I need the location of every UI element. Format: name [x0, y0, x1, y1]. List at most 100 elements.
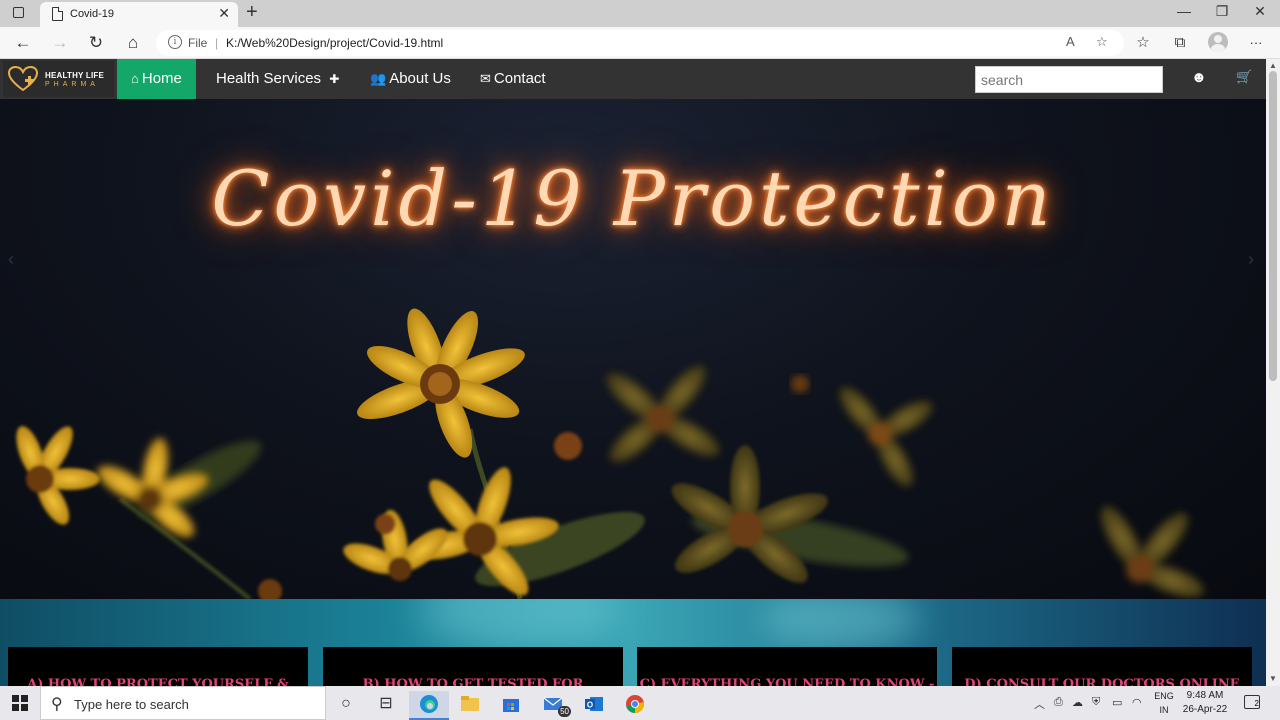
windows-taskbar: ⚲ Type here to search ○ ⊟ 50 O ︿ ⎙ ☁ ⛨ ▭… — [0, 686, 1280, 720]
more-menu-button[interactable]: ··· — [1245, 32, 1267, 54]
windows-logo-icon — [12, 695, 19, 702]
cortana-icon[interactable]: ○ — [326, 691, 366, 717]
logo-line2: PHARMA — [45, 81, 99, 88]
info-card-title[interactable]: A) HOW TO PROTECT YOURSELF & — [8, 677, 308, 686]
tray-overflow-icon[interactable]: ︿ — [1034, 696, 1045, 712]
folder-icon — [461, 696, 479, 711]
edge-taskbar-icon[interactable] — [409, 691, 449, 720]
svg-text:O: O — [587, 701, 593, 710]
new-tab-button[interactable]: + — [246, 1, 258, 24]
hero-carousel: Covid-19 Protection ‹ › — [0, 99, 1266, 599]
security-icon[interactable]: ⛨ — [1092, 696, 1100, 709]
cart-icon[interactable]: 🛒 — [1236, 69, 1252, 85]
tab-close-icon[interactable]: ✕ — [218, 5, 230, 22]
website-viewport: HEALTHY LIFE PHARMA ⌂ Home Health Service… — [0, 59, 1266, 686]
users-icon: 👥 — [370, 71, 387, 86]
onedrive-icon[interactable]: ☁ — [1072, 696, 1083, 709]
scrollbar-thumb[interactable] — [1269, 71, 1277, 381]
tab-actions-icon — [13, 7, 24, 18]
taskbar-search-box[interactable]: ⚲ Type here to search — [40, 686, 326, 720]
collections-button[interactable]: ⧉ — [1169, 32, 1191, 54]
nav-health-services[interactable]: Health Services ✚ — [202, 59, 356, 99]
info-card-title[interactable]: C) EVERYTHING YOU NEED TO KNOW - — [637, 677, 937, 686]
address-bar[interactable]: i File | K:/Web%20Design/project/Covid-1… — [156, 30, 1124, 56]
site-logo[interactable]: HEALTHY LIFE PHARMA — [3, 61, 114, 97]
tab-title: Covid-19 — [70, 8, 115, 20]
language-line2: IN — [1159, 705, 1169, 715]
close-window-button[interactable]: ✕ — [1250, 3, 1270, 20]
search-icon: ⚲ — [51, 696, 63, 713]
info-cards-section: A) HOW TO PROTECT YOURSELF & B) HOW TO G… — [0, 599, 1266, 686]
address-scheme: File — [188, 36, 208, 50]
notifications-icon[interactable]: 2 — [1244, 695, 1260, 709]
add-favorite-icon[interactable]: ☆ — [1096, 34, 1108, 50]
browser-tab-covid[interactable]: Covid-19 ✕ — [40, 2, 238, 27]
meet-now-icon[interactable]: ⎙ — [1054, 696, 1063, 709]
clock-time: 9:48 AM — [1186, 690, 1224, 701]
carousel-next-arrow-icon[interactable]: › — [1248, 249, 1254, 270]
home-button[interactable]: ⌂ — [122, 32, 144, 54]
nav-home-label: Home — [141, 70, 182, 87]
language-indicator[interactable]: ENG IN — [1152, 689, 1176, 717]
info-card-title[interactable]: B) HOW TO GET TESTED FOR — [323, 677, 623, 686]
minimize-button[interactable]: — — [1174, 3, 1194, 19]
nav-about-us-label: About Us — [389, 70, 451, 87]
address-separator: | — [215, 36, 219, 50]
heart-plus-logo-icon — [8, 66, 38, 92]
carousel-prev-arrow-icon[interactable]: ‹ — [8, 249, 14, 270]
outlook-icon[interactable]: O — [574, 691, 614, 717]
info-card-doctors[interactable]: D) CONSULT OUR DOCTORS ONLINE — [952, 647, 1252, 686]
bg-glow — [420, 599, 620, 649]
tab-actions-button[interactable] — [8, 4, 30, 22]
nav-contact-label: Contact — [493, 70, 546, 87]
mail-icon[interactable]: 50 — [533, 691, 573, 717]
info-card-protect[interactable]: A) HOW TO PROTECT YOURSELF & — [8, 647, 308, 686]
nav-health-services-label: Health Services — [216, 70, 322, 87]
bg-glow — [760, 599, 920, 649]
nav-about-us[interactable]: 👥 About Us — [356, 59, 465, 99]
info-card-tested[interactable]: B) HOW TO GET TESTED FOR — [323, 647, 623, 686]
scroll-up-arrow-icon[interactable]: ▲ — [1269, 61, 1277, 70]
home-icon: ⌂ — [131, 71, 139, 86]
nav-home[interactable]: ⌂ Home — [117, 59, 196, 99]
nav-contact[interactable]: ✉ Contact — [466, 59, 560, 99]
info-card-title[interactable]: D) CONSULT OUR DOCTORS ONLINE — [952, 677, 1252, 686]
browser-toolbar: ← → ↻ ⌂ i File | K:/Web%20Design/project… — [0, 27, 1280, 59]
address-url[interactable]: K:/Web%20Design/project/Covid-19.html — [226, 36, 443, 50]
logo-line1: HEALTHY LIFE — [45, 71, 104, 80]
task-view-icon[interactable]: ⊟ — [366, 691, 406, 717]
wifi-icon[interactable]: ◠ — [1132, 696, 1142, 709]
back-button[interactable]: ← — [12, 32, 34, 54]
language-line1: ENG — [1154, 691, 1174, 701]
page-favicon-icon — [52, 7, 63, 21]
chrome-icon[interactable] — [615, 691, 655, 717]
taskbar-search-placeholder: Type here to search — [74, 697, 189, 712]
forward-button[interactable]: → — [49, 32, 71, 54]
info-card-know[interactable]: C) EVERYTHING YOU NEED TO KNOW - — [637, 647, 937, 686]
page-scrollbar[interactable]: ▲ ▼ — [1266, 59, 1280, 686]
profile-avatar[interactable] — [1208, 32, 1228, 52]
taskbar-clock[interactable]: 9:48 AM 26-Apr-22 — [1180, 689, 1230, 717]
maximize-button[interactable]: ❐ — [1212, 3, 1232, 20]
read-aloud-icon[interactable]: A — [1066, 34, 1075, 49]
account-icon[interactable]: ☻ — [1191, 69, 1207, 86]
file-explorer-icon[interactable] — [450, 691, 490, 717]
battery-icon[interactable]: ▭ — [1112, 696, 1122, 709]
refresh-button[interactable]: ↻ — [85, 32, 107, 54]
store-icon[interactable] — [491, 691, 531, 717]
hero-title: Covid-19 Protection — [211, 154, 1055, 243]
mail-badge: 50 — [558, 706, 571, 717]
notification-count: 2 — [1254, 699, 1259, 708]
favorites-button[interactable]: ☆ — [1132, 32, 1154, 54]
envelope-icon: ✉ — [480, 71, 491, 86]
browser-tab-strip: Covid-19 ✕ + — ❐ ✕ — [0, 0, 1280, 27]
chrome-logo-icon — [626, 695, 645, 714]
scroll-down-arrow-icon[interactable]: ▼ — [1269, 674, 1277, 683]
site-search-input[interactable] — [975, 66, 1163, 93]
medkit-icon: ✚ — [329, 72, 340, 86]
windows-start-button[interactable] — [12, 695, 28, 711]
site-navbar: HEALTHY LIFE PHARMA ⌂ Home Health Service… — [0, 59, 1266, 99]
site-info-icon[interactable]: i — [168, 35, 182, 49]
edge-logo-icon — [420, 695, 438, 713]
clock-date: 26-Apr-22 — [1182, 704, 1228, 715]
